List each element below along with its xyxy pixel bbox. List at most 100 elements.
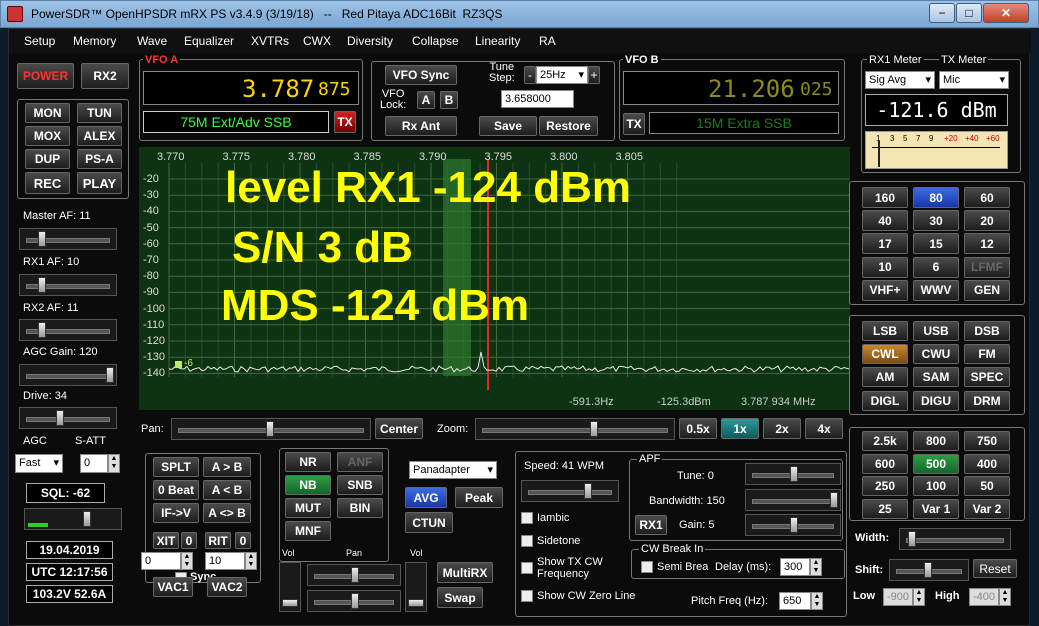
mode-digu-button[interactable]: DIGU [913, 390, 959, 411]
avg-button[interactable]: AVG [405, 487, 447, 508]
delay-input[interactable]: 300 [780, 558, 810, 576]
pan-slider[interactable] [171, 418, 371, 440]
filter-2-5k-button[interactable]: 2.5k [862, 431, 908, 451]
xit-input[interactable]: 0 [141, 552, 181, 570]
display-mode-select[interactable]: Panadapter [409, 461, 497, 479]
sidetone-checkbox[interactable] [521, 535, 533, 547]
zoom-0-5x-button[interactable]: 0.5x [679, 418, 717, 439]
mnf-button[interactable]: MNF [285, 521, 331, 541]
semi-break-checkbox[interactable] [641, 561, 653, 573]
nr-button[interactable]: NR [285, 452, 331, 472]
band-gen-button[interactable]: GEN [964, 279, 1010, 301]
tune-step-select[interactable]: 25Hz [536, 66, 588, 84]
tun-button[interactable]: TUN [77, 103, 122, 123]
filter-100-button[interactable]: 100 [913, 476, 959, 496]
menu-collapse[interactable]: Collapse [412, 34, 459, 48]
shift-slider[interactable] [889, 559, 969, 581]
tx-meter-mode-select[interactable]: Mic [939, 71, 1009, 89]
zero-beat-button[interactable]: 0 Beat [153, 480, 199, 500]
pitch-spinner[interactable]: ▲ ▼ [811, 592, 823, 610]
dup-button[interactable]: DUP [25, 149, 70, 169]
mode-lsb-button[interactable]: LSB [862, 321, 908, 341]
a-to-b-button[interactable]: A > B [203, 457, 251, 477]
band-160-button[interactable]: 160 [862, 187, 908, 208]
vfo-lock-a-button[interactable]: A [417, 91, 435, 109]
band-30-button[interactable]: 30 [913, 210, 959, 232]
save-button[interactable]: Save [479, 116, 537, 136]
ps-a-button[interactable]: PS-A [77, 149, 122, 169]
zoom-4x-button[interactable]: 4x [805, 418, 843, 439]
filter-var-2-button[interactable]: Var 2 [964, 498, 1010, 519]
width-slider[interactable] [899, 528, 1011, 550]
satt-spinner[interactable]: ▲ ▼ [108, 454, 120, 473]
close-button[interactable]: ✕ [983, 3, 1029, 23]
sql-button[interactable]: SQL: -62 [26, 483, 105, 503]
menu-wave[interactable]: Wave [137, 34, 167, 48]
menu-setup[interactable]: Setup [24, 34, 55, 48]
ctun-button[interactable]: CTUN [405, 512, 453, 533]
filter-var-1-button[interactable]: Var 1 [913, 498, 959, 519]
mode-fm-button[interactable]: FM [964, 344, 1010, 365]
peak-button[interactable]: Peak [455, 487, 503, 508]
show-tx-cw-checkbox[interactable] [521, 562, 533, 574]
high-input[interactable]: -400 [969, 588, 999, 606]
apf-gain-slider[interactable] [745, 514, 841, 536]
band-17-button[interactable]: 17 [862, 233, 908, 255]
anf-button[interactable]: ANF [337, 452, 383, 472]
cw-speed-slider[interactable] [521, 480, 619, 502]
shift-reset-button[interactable]: Reset [973, 559, 1017, 578]
play-button[interactable]: PLAY [77, 172, 122, 194]
vfo-b-frequency[interactable]: 21.206 025 [623, 71, 839, 105]
apf-rx1-button[interactable]: RX1 [635, 515, 667, 535]
band-vhf--button[interactable]: VHF+ [862, 279, 908, 301]
band-20-button[interactable]: 20 [964, 210, 1010, 232]
snb-button[interactable]: SNB [337, 475, 383, 495]
swap-button[interactable]: Swap [437, 587, 483, 608]
alex-button[interactable]: ALEX [77, 126, 122, 146]
minimize-button[interactable]: − [929, 3, 955, 23]
rit-input[interactable]: 10 [205, 552, 245, 570]
zoom-2x-button[interactable]: 2x [763, 418, 801, 439]
nb-button[interactable]: NB [285, 475, 331, 495]
agc-gain-slider[interactable] [19, 364, 117, 386]
vol2-slider[interactable] [405, 562, 427, 612]
rx-ant-button[interactable]: Rx Ant [385, 116, 457, 136]
menu-equalizer[interactable]: Equalizer [184, 34, 234, 48]
vol-slider[interactable] [279, 562, 301, 612]
apf-bandwidth-slider[interactable] [745, 489, 841, 511]
vac2-button[interactable]: VAC2 [207, 577, 247, 597]
rit-spinner[interactable]: ▲ ▼ [245, 552, 257, 570]
zoom-slider[interactable] [475, 418, 675, 440]
mode-am-button[interactable]: AM [862, 367, 908, 388]
vfo-sync-button[interactable]: VFO Sync [385, 65, 457, 85]
rit-button[interactable]: RIT [205, 532, 231, 549]
tune-step-plus[interactable]: + [588, 66, 600, 84]
menu-linearity[interactable]: Linearity [475, 34, 520, 48]
show-zero-line-checkbox[interactable] [521, 590, 533, 602]
a-swap-b-button[interactable]: A <> B [203, 503, 251, 523]
filter-50-button[interactable]: 50 [964, 476, 1010, 496]
band-80-button[interactable]: 80 [913, 187, 959, 208]
pitch-input[interactable]: 650 [779, 592, 811, 610]
vfo-a-tx-button[interactable]: TX [334, 111, 356, 133]
band-12-button[interactable]: 12 [964, 233, 1010, 255]
bin-button[interactable]: BIN [337, 498, 383, 518]
vfo-frequency-input[interactable]: 3.658000 [501, 90, 574, 108]
low-spinner[interactable]: ▲ ▼ [913, 588, 925, 606]
low-input[interactable]: -900 [883, 588, 913, 606]
band-6-button[interactable]: 6 [913, 256, 959, 278]
menu-diversity[interactable]: Diversity [347, 34, 393, 48]
menu-memory[interactable]: Memory [73, 34, 116, 48]
band-10-button[interactable]: 10 [862, 256, 908, 278]
iambic-checkbox[interactable] [521, 512, 533, 524]
menu-ra[interactable]: RA [539, 34, 556, 48]
filter-750-button[interactable]: 750 [964, 431, 1010, 451]
mode-sam-button[interactable]: SAM [913, 367, 959, 388]
high-spinner[interactable]: ▲ ▼ [999, 588, 1011, 606]
filter-600-button[interactable]: 600 [862, 453, 908, 474]
vfo-lock-b-button[interactable]: B [440, 91, 458, 109]
mode-drm-button[interactable]: DRM [964, 390, 1010, 411]
mut-button[interactable]: MUT [285, 498, 331, 518]
menu-xvtrs[interactable]: XVTRs [251, 34, 289, 48]
vac1-button[interactable]: VAC1 [153, 577, 193, 597]
